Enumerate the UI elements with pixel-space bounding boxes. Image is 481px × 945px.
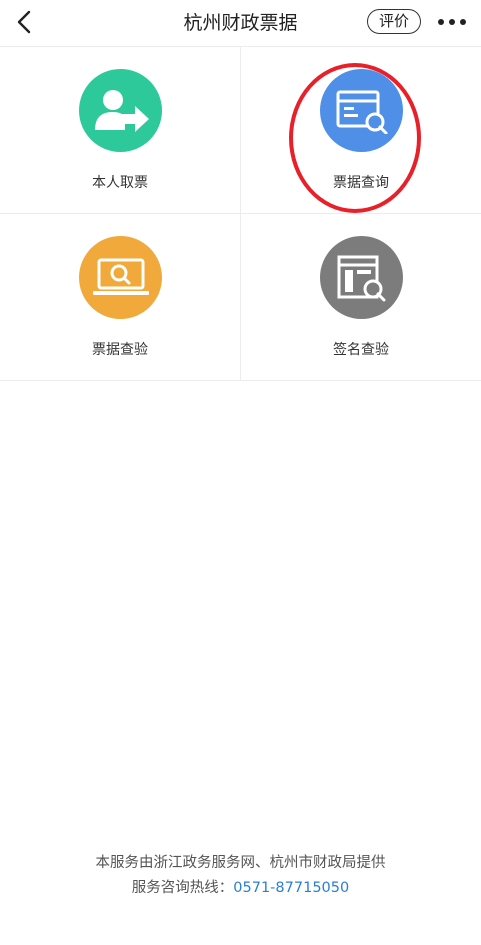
document-search-icon — [320, 236, 403, 319]
more-dot-icon — [449, 19, 455, 25]
tile-invoice-query[interactable]: 票据查询 — [241, 47, 481, 213]
tile-label: 签名查验 — [333, 342, 389, 358]
laptop-search-icon — [79, 236, 162, 319]
tile-self-pickup[interactable]: 本人取票 — [0, 47, 240, 213]
chevron-left-icon — [17, 10, 31, 34]
tile-signature-verify[interactable]: 签名查验 — [241, 214, 481, 380]
navigation-bar: 杭州财政票据 评价 — [0, 0, 481, 47]
tile-label: 票据查验 — [92, 342, 148, 358]
hotline-phone-link[interactable]: 0571-87715050 — [233, 880, 349, 896]
tile-label: 票据查询 — [333, 175, 389, 191]
tile-label: 本人取票 — [92, 175, 148, 191]
rate-button[interactable]: 评价 — [367, 9, 421, 34]
more-dot-icon — [438, 19, 444, 25]
grid-divider — [0, 380, 481, 381]
window-search-icon — [320, 69, 403, 152]
footer: 本服务由浙江政务服务网、杭州市财政局提供 服务咨询热线：0571-8771505… — [0, 851, 481, 901]
footer-provider-text: 本服务由浙江政务服务网、杭州市财政局提供 — [95, 855, 386, 871]
hotline-label: 服务咨询热线： — [131, 880, 234, 896]
back-button[interactable] — [8, 5, 42, 39]
tile-invoice-verify[interactable]: 票据查验 — [0, 214, 240, 380]
grid-divider — [0, 213, 481, 214]
more-dot-icon — [460, 19, 466, 25]
more-button[interactable] — [430, 8, 474, 36]
footer-hotline: 服务咨询热线：0571-87715050 — [0, 876, 481, 901]
user-arrow-icon — [79, 69, 162, 152]
